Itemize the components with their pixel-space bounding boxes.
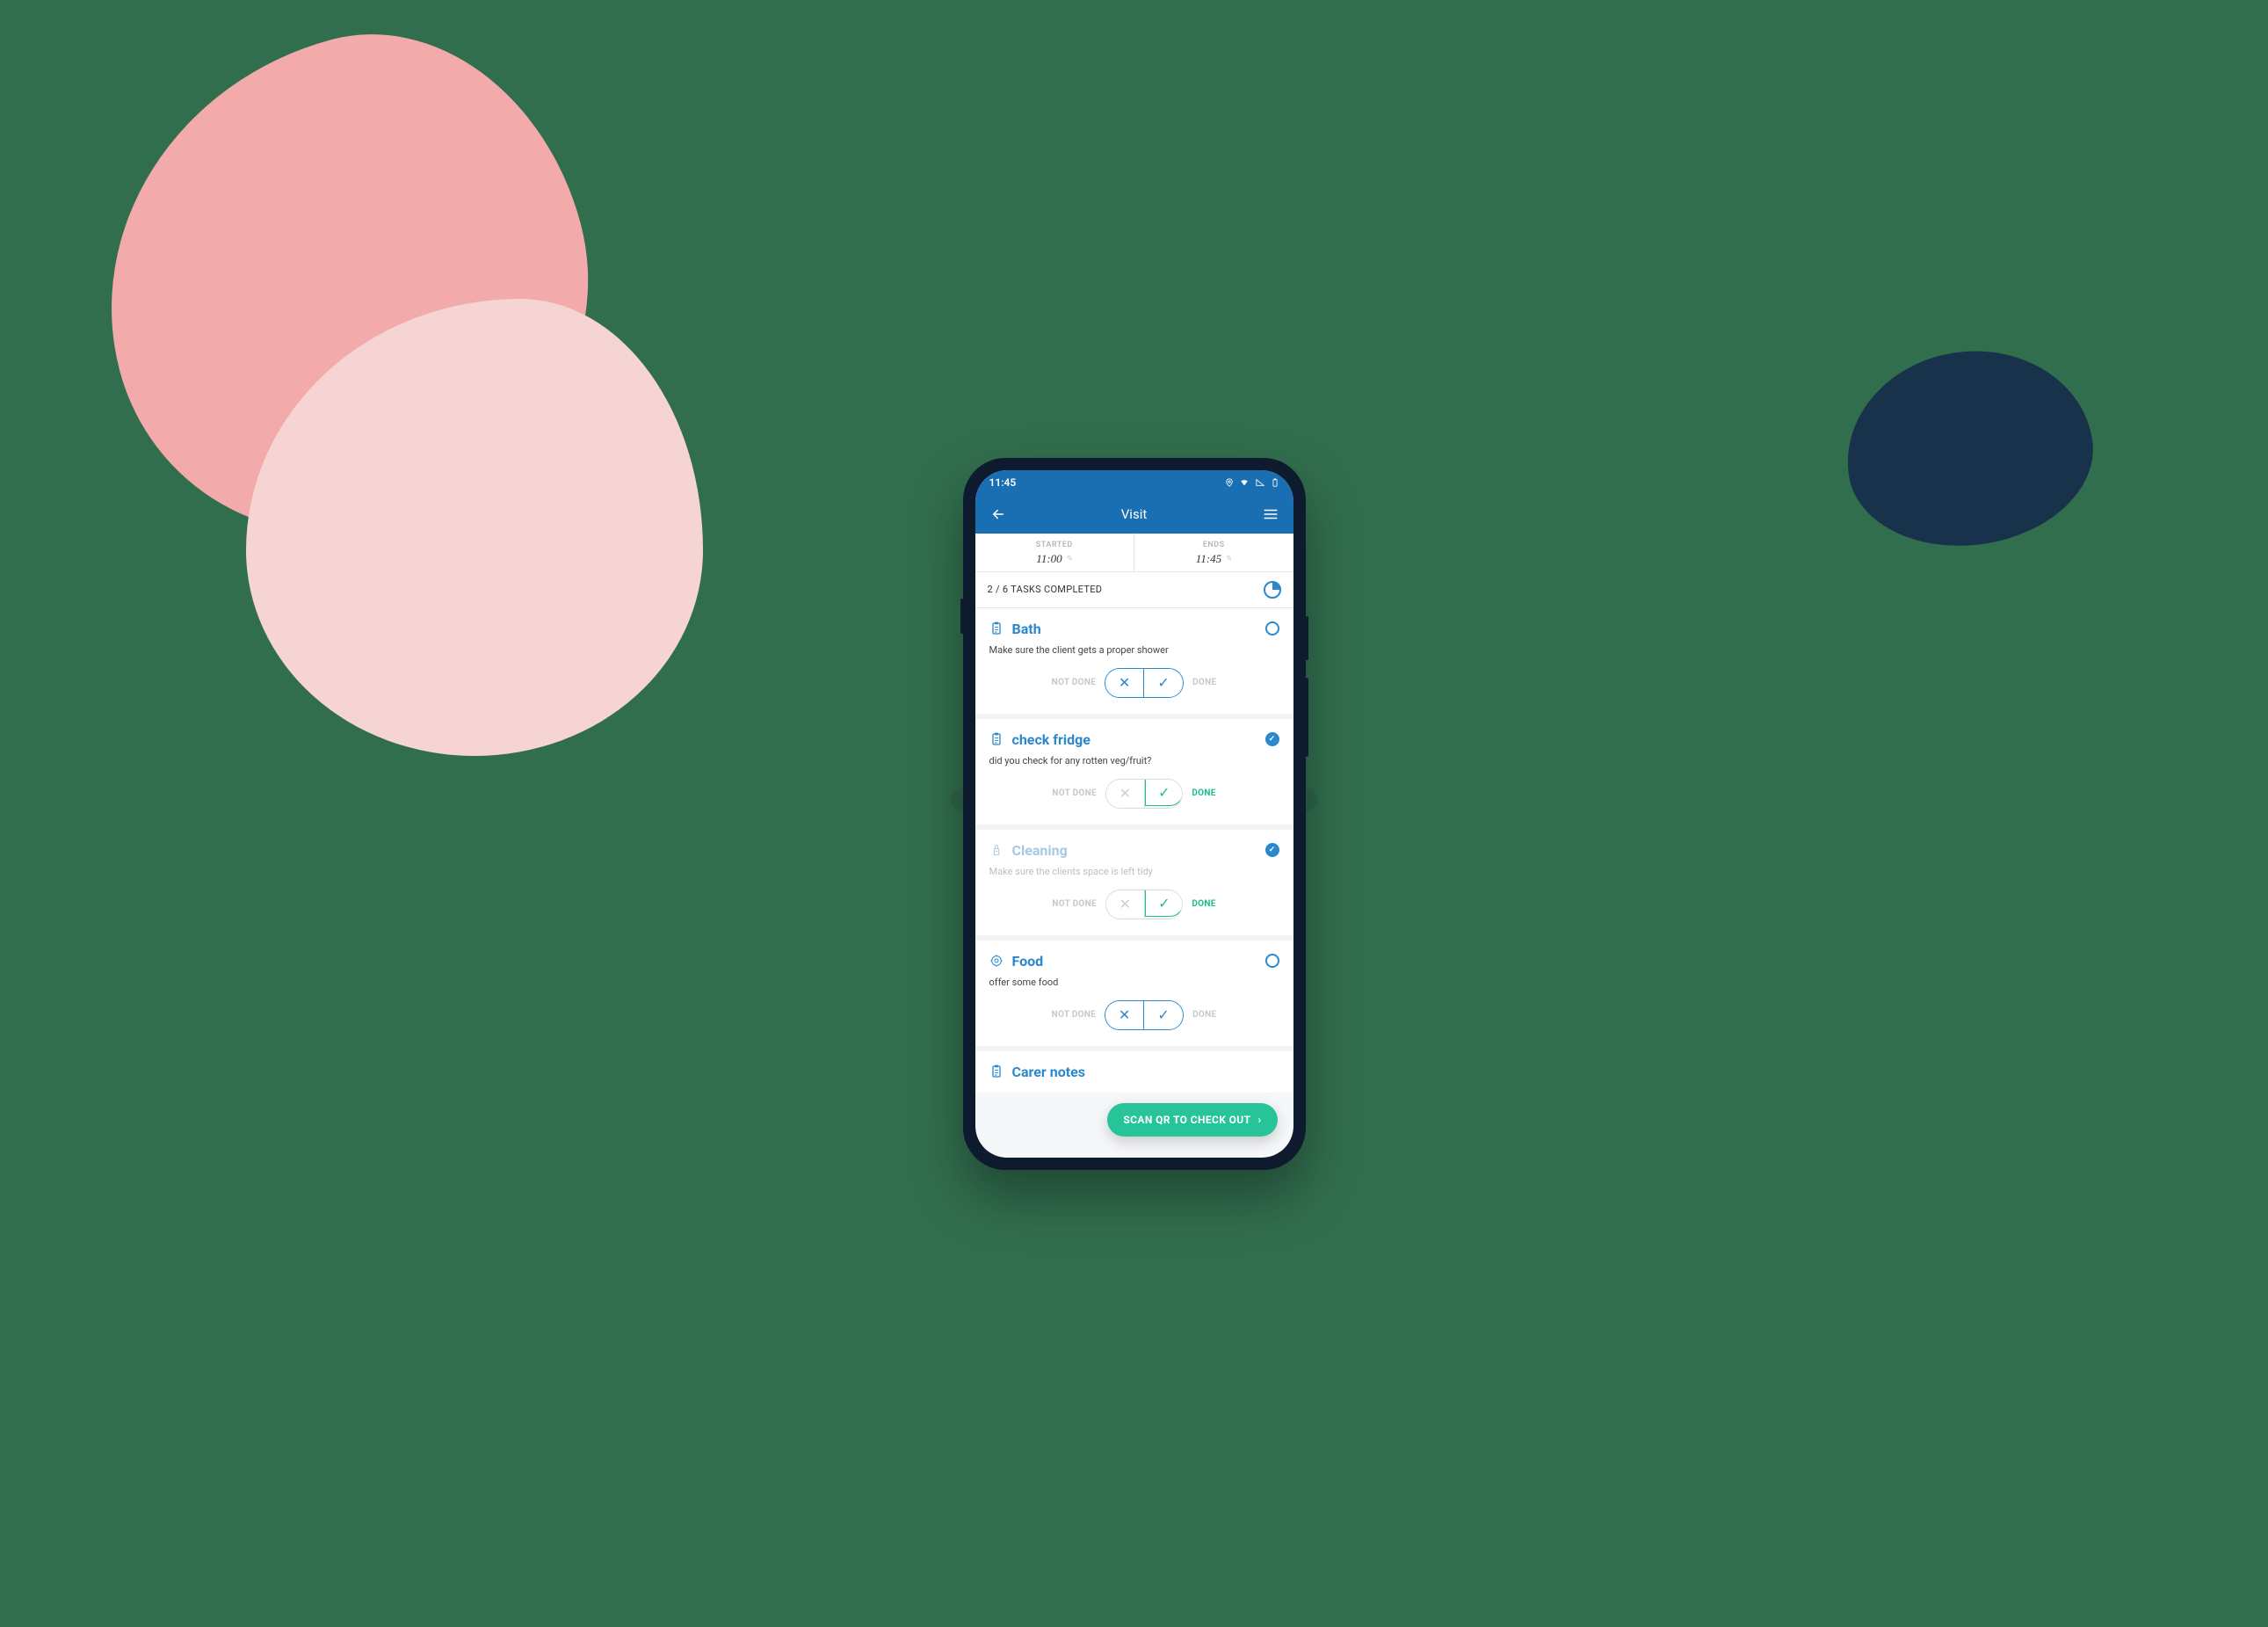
battery-icon [1271,477,1279,488]
carer-notes-section[interactable]: Carer notes [975,1051,1293,1093]
x-icon: ✕ [1119,674,1130,691]
x-icon: ✕ [1119,1006,1130,1023]
task-description: Make sure the clients space is left tidy [989,866,1279,877]
back-button[interactable] [989,505,1007,523]
task-toggle-row: NOT DONE ✕ ✓ DONE [989,890,1279,919]
clipboard-icon [989,732,1004,746]
check-icon: ✓ [1157,674,1169,691]
title-bar: Visit [975,495,1293,534]
not-done-label: NOT DONE [1052,899,1097,909]
task-card-cleaning: Cleaning Make sure the clients space is … [975,830,1293,941]
task-description: Make sure the client gets a proper showe… [989,644,1279,656]
notes-title: Carer notes [1012,1064,1279,1080]
done-button[interactable]: ✓ [1144,1001,1183,1029]
not-done-button[interactable]: ✕ [1105,669,1144,697]
task-toggle-row: NOT DONE ✕ ✓ DONE [989,1000,1279,1030]
wifi-icon [1239,478,1250,487]
check-icon: ✓ [1158,784,1170,801]
status-bar: 11:45 [975,470,1293,495]
task-toggle-row: NOT DONE ✕ ✓ DONE [989,668,1279,698]
status-circle-done [1265,732,1279,746]
not-done-button[interactable]: ✕ [1105,1001,1144,1029]
signal-icon [1255,478,1265,487]
task-title: Bath [1012,621,1257,637]
task-description: offer some food [989,977,1279,988]
progress-pie-icon [1264,581,1281,599]
phone-frame: 11:45 Visit [963,458,1306,1170]
task-card-bath: Bath Make sure the client gets a proper … [975,608,1293,719]
task-toggle: ✕ ✓ [1105,1000,1184,1030]
not-done-label: NOT DONE [1052,678,1097,687]
done-label: DONE [1192,1010,1216,1020]
task-card-check-fridge: check fridge did you check for any rotte… [975,719,1293,830]
chevron-right-icon: › [1257,1114,1261,1126]
task-title: check fridge [1012,731,1257,748]
decorative-blob-navy [1834,336,2105,562]
started-value: 11:00 ✎ [1036,552,1072,566]
page-title: Visit [1121,506,1148,522]
phone-side-button [1306,678,1308,757]
food-icon [989,954,1004,968]
task-list: Bath Make sure the client gets a proper … [975,608,1293,1093]
task-title: Food [1012,953,1257,970]
status-icons [1225,477,1279,488]
clipboard-icon [989,1064,1004,1079]
done-label: DONE [1192,899,1215,909]
progress-text: 2 / 6 TASKS COMPLETED [988,584,1103,595]
progress-row: 2 / 6 TASKS COMPLETED [975,572,1293,608]
status-circle-empty [1265,954,1279,968]
x-icon: ✕ [1120,896,1131,912]
status-time: 11:45 [989,476,1017,489]
not-done-button[interactable]: ✕ [1106,780,1145,808]
x-icon: ✕ [1120,785,1131,802]
done-button[interactable]: ✓ [1144,669,1183,697]
check-icon: ✓ [1157,1006,1169,1023]
not-done-label: NOT DONE [1052,788,1097,798]
task-description: did you check for any rotten veg/fruit? [989,755,1279,766]
pencil-icon: ✎ [1225,554,1232,563]
task-toggle-row: NOT DONE ✕ ✓ DONE [989,779,1279,809]
task-card-food: Food offer some food NOT DONE ✕ ✓ DONE [975,941,1293,1051]
time-bar: STARTED 11:00 ✎ ENDS 11:45 ✎ [975,534,1293,572]
location-icon [1225,478,1234,487]
cleaning-icon [989,843,1004,857]
ends-col[interactable]: ENDS 11:45 ✎ [1134,534,1293,571]
menu-button[interactable] [1262,505,1279,523]
check-icon: ✓ [1158,895,1170,912]
fab-label: SCAN QR TO CHECK OUT [1123,1114,1250,1126]
status-circle-empty [1265,621,1279,636]
task-title: Cleaning [1012,842,1257,859]
not-done-label: NOT DONE [1052,1010,1097,1020]
phone-side-button [1306,616,1308,660]
task-toggle: ✕ ✓ [1105,779,1184,809]
status-circle-done [1265,843,1279,857]
ends-label: ENDS [1134,541,1293,549]
ends-value: 11:45 ✎ [1196,552,1232,566]
task-toggle: ✕ ✓ [1105,890,1184,919]
scan-qr-checkout-button[interactable]: SCAN QR TO CHECK OUT › [1107,1103,1277,1137]
done-label: DONE [1192,678,1216,687]
started-label: STARTED [975,541,1134,549]
done-label: DONE [1192,788,1215,798]
clipboard-icon [989,621,1004,636]
done-button[interactable]: ✓ [1145,779,1184,807]
screen: 11:45 Visit [975,470,1293,1158]
not-done-button[interactable]: ✕ [1106,890,1145,919]
task-toggle: ✕ ✓ [1105,668,1184,698]
started-col[interactable]: STARTED 11:00 ✎ [975,534,1134,571]
done-button[interactable]: ✓ [1145,890,1184,918]
phone-side-button [960,599,963,634]
pencil-icon: ✎ [1066,554,1073,563]
